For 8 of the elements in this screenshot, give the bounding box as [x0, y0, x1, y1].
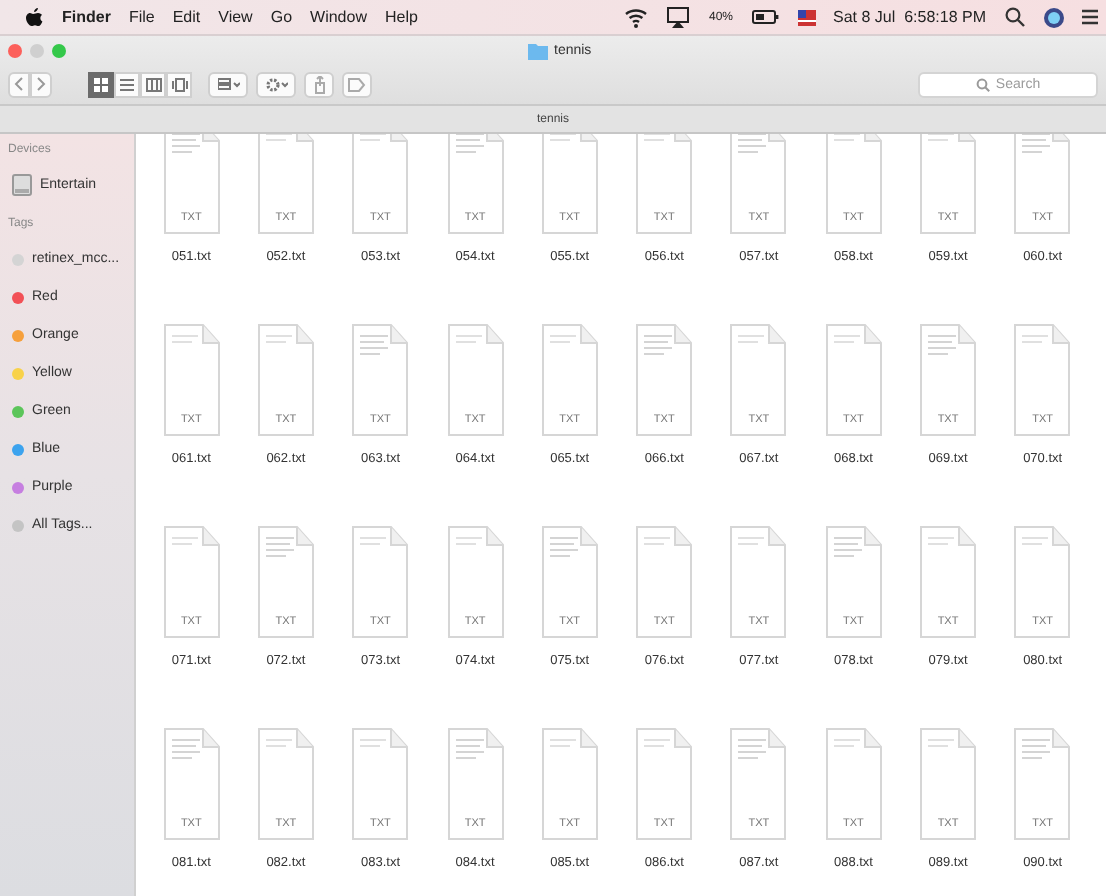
menu-item[interactable]: View: [218, 8, 253, 26]
menu-item[interactable]: Help: [384, 8, 418, 26]
menu-item[interactable]: Window: [310, 8, 367, 26]
clock[interactable]: Sat 8 Jul 6:58:18 PM: [833, 8, 986, 26]
app-menu[interactable]: Finder: [62, 8, 111, 26]
menu-item[interactable]: File: [128, 8, 155, 26]
menu-item[interactable]: Edit: [172, 8, 201, 26]
menu-item[interactable]: Go: [270, 8, 293, 26]
